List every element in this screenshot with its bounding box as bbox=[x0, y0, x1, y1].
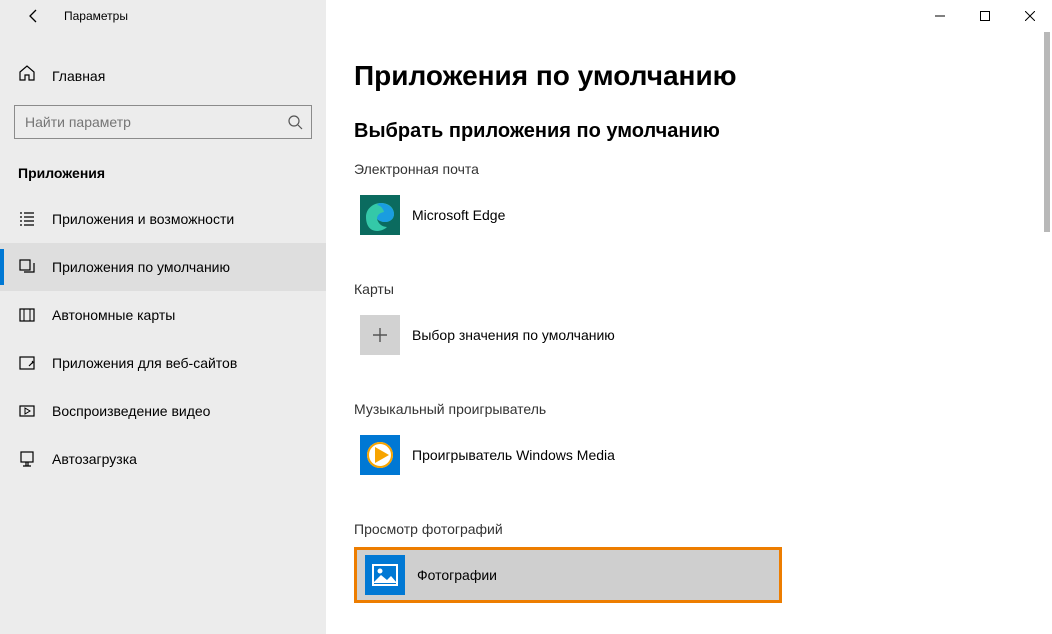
maximize-button[interactable] bbox=[962, 0, 1007, 32]
titlebar: Параметры bbox=[0, 0, 1052, 32]
home-icon bbox=[18, 64, 36, 87]
default-icon bbox=[18, 258, 36, 276]
category-label-maps: Карты bbox=[354, 281, 782, 297]
search-icon bbox=[287, 114, 303, 130]
category-label-email: Электронная почта bbox=[354, 161, 782, 177]
default-email-app-button[interactable]: Microsoft Edge bbox=[354, 187, 782, 243]
arrow-left-icon bbox=[26, 8, 42, 24]
app-name-label: Проигрыватель Windows Media bbox=[412, 447, 615, 463]
minimize-button[interactable] bbox=[917, 0, 962, 32]
window-title: Параметры bbox=[64, 9, 128, 23]
app-name-label: Microsoft Edge bbox=[412, 207, 505, 223]
back-button[interactable] bbox=[18, 0, 50, 32]
sub-heading: Выбрать приложения по умолчанию bbox=[354, 120, 1024, 143]
map-icon bbox=[18, 306, 36, 324]
sidebar-item-websites-apps[interactable]: Приложения для веб-сайтов bbox=[0, 339, 326, 387]
website-icon bbox=[18, 354, 36, 372]
sidebar-item-offline-maps[interactable]: Автономные карты bbox=[0, 291, 326, 339]
app-name-label: Выбор значения по умолчанию bbox=[412, 327, 615, 343]
scrollbar[interactable] bbox=[1044, 32, 1050, 232]
search-input[interactable] bbox=[25, 114, 287, 130]
close-icon bbox=[1025, 11, 1035, 21]
list-icon bbox=[18, 210, 36, 228]
maximize-icon bbox=[980, 11, 990, 21]
home-nav[interactable]: Главная bbox=[14, 54, 312, 97]
sidebar-item-default-apps[interactable]: Приложения по умолчанию bbox=[0, 243, 326, 291]
sidebar-item-startup[interactable]: Автозагрузка bbox=[0, 435, 326, 483]
default-music-app-button[interactable]: Проигрыватель Windows Media bbox=[354, 427, 782, 483]
photos-icon bbox=[365, 555, 405, 595]
category-label-photos: Просмотр фотографий bbox=[354, 521, 782, 537]
sidebar-item-label: Приложения и возможности bbox=[52, 211, 234, 227]
plus-icon bbox=[360, 315, 400, 355]
app-name-label: Фотографии bbox=[417, 567, 497, 583]
close-button[interactable] bbox=[1007, 0, 1052, 32]
default-photos-block: Просмотр фотографий Фотографии bbox=[354, 521, 782, 603]
sidebar-item-label: Автозагрузка bbox=[52, 451, 137, 467]
sidebar-item-label: Воспроизведение видео bbox=[52, 403, 210, 419]
default-maps-app-button[interactable]: Выбор значения по умолчанию bbox=[354, 307, 782, 363]
minimize-icon bbox=[935, 11, 945, 21]
page-title: Приложения по умолчанию bbox=[354, 60, 1024, 92]
sidebar-item-label: Автономные карты bbox=[52, 307, 175, 323]
category-label-music: Музыкальный проигрыватель bbox=[354, 401, 782, 417]
default-music-block: Музыкальный проигрыватель Проигрыватель … bbox=[354, 401, 782, 483]
wmp-icon bbox=[360, 435, 400, 475]
default-email-block: Электронная почта Microsoft Edge bbox=[354, 161, 782, 243]
sidebar-item-label: Приложения по умолчанию bbox=[52, 259, 230, 275]
sidebar-item-apps-features[interactable]: Приложения и возможности bbox=[0, 195, 326, 243]
search-box[interactable] bbox=[14, 105, 312, 139]
sidebar-item-video-playback[interactable]: Воспроизведение видео bbox=[0, 387, 326, 435]
sidebar: Главная Приложения Приложения и возможно… bbox=[0, 32, 326, 634]
sidebar-item-label: Приложения для веб-сайтов bbox=[52, 355, 237, 371]
video-icon bbox=[18, 402, 36, 420]
home-label: Главная bbox=[52, 68, 105, 84]
default-photos-app-button[interactable]: Фотографии bbox=[354, 547, 782, 603]
main-content: Приложения по умолчанию Выбрать приложен… bbox=[326, 32, 1052, 634]
startup-icon bbox=[18, 450, 36, 468]
edge-icon bbox=[360, 195, 400, 235]
sidebar-section-title: Приложения bbox=[14, 165, 312, 195]
default-maps-block: Карты Выбор значения по умолчанию bbox=[354, 281, 782, 363]
